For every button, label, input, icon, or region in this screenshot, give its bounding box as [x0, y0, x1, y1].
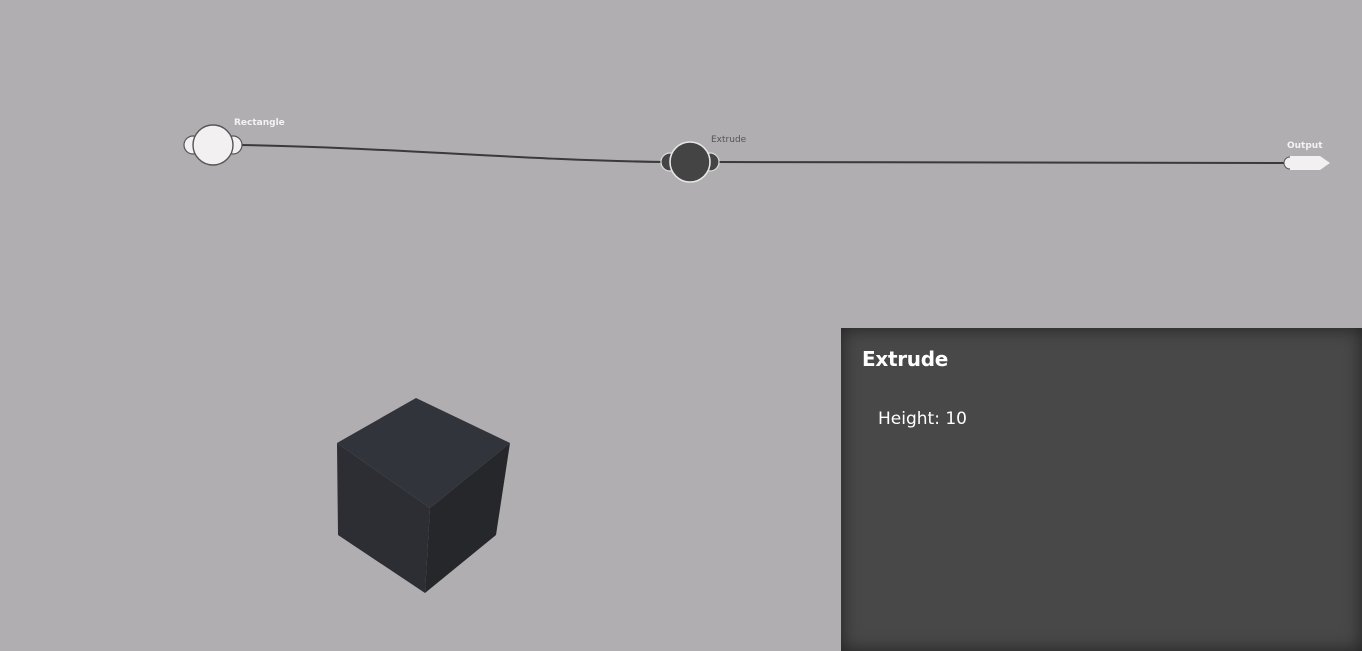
node-output[interactable]: Output	[1283, 141, 1330, 170]
node-rectangle-label: Rectangle	[234, 118, 285, 128]
node-extrude-body[interactable]	[669, 141, 711, 183]
edge-extrude-output[interactable]	[717, 161, 1288, 164]
edge-rectangle-extrude[interactable]	[240, 144, 666, 163]
node-editor-canvas[interactable]: Rectangle Extrude Output Extrude Height:…	[0, 0, 1362, 651]
param-height[interactable]: Height: 10	[878, 409, 967, 429]
node-rectangle-body[interactable]	[192, 124, 234, 166]
node-rectangle[interactable]: Rectangle	[183, 118, 285, 166]
node-extrude-label: Extrude	[711, 135, 747, 145]
output-arrow-icon[interactable]	[1290, 156, 1330, 170]
node-output-label: Output	[1287, 141, 1323, 151]
viewport-cube[interactable]	[330, 392, 520, 602]
node-extrude[interactable]: Extrude	[660, 135, 747, 183]
inspector-title: Extrude	[862, 347, 949, 371]
inspector-panel: Extrude Height: 10	[841, 328, 1362, 651]
